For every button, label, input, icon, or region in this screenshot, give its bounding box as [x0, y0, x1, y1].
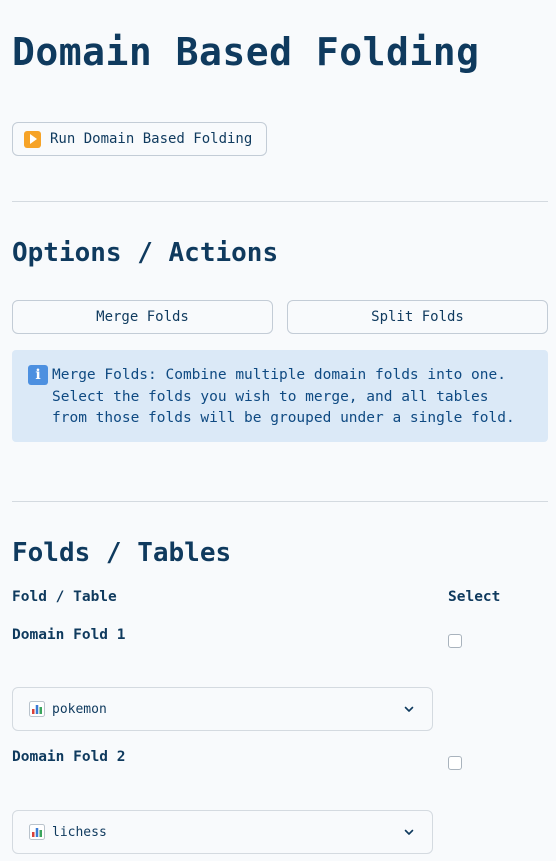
- divider: [12, 201, 548, 202]
- table-expander[interactable]: lichess: [12, 810, 433, 854]
- play-icon: [24, 130, 41, 148]
- folds-heading: Folds / Tables: [12, 538, 232, 568]
- table-name: pokemon: [52, 701, 107, 717]
- table-expander[interactable]: pokemon: [12, 687, 433, 731]
- table-name: lichess: [52, 824, 107, 840]
- fold-name: Domain Fold 1: [12, 627, 126, 643]
- merge-folds-button[interactable]: Merge Folds: [12, 300, 273, 334]
- info-alert: i Merge Folds: Combine multiple domain f…: [12, 350, 548, 442]
- column-header-select: Select: [448, 589, 501, 605]
- divider: [12, 501, 548, 502]
- fold-name: Domain Fold 2: [12, 749, 126, 765]
- chevron-down-icon: [404, 829, 414, 835]
- bar-chart-icon: [29, 701, 45, 717]
- info-icon: i: [28, 365, 48, 385]
- options-heading: Options / Actions: [12, 238, 279, 268]
- run-button-label: Run Domain Based Folding: [50, 131, 253, 147]
- run-domain-folding-button[interactable]: Run Domain Based Folding: [12, 122, 267, 156]
- column-header-fold-table: Fold / Table: [12, 589, 117, 605]
- page: Domain Based Folding Run Domain Based Fo…: [0, 0, 556, 861]
- chevron-down-icon: [404, 706, 414, 712]
- merge-folds-label: Merge Folds: [96, 309, 189, 325]
- info-text: Merge Folds: Combine multiple domain fol…: [52, 367, 515, 426]
- page-title: Domain Based Folding: [12, 30, 480, 74]
- split-folds-label: Split Folds: [371, 309, 464, 325]
- split-folds-button[interactable]: Split Folds: [287, 300, 548, 334]
- fold-select-checkbox[interactable]: [448, 634, 462, 648]
- fold-select-checkbox[interactable]: [448, 756, 462, 770]
- bar-chart-icon: [29, 824, 45, 840]
